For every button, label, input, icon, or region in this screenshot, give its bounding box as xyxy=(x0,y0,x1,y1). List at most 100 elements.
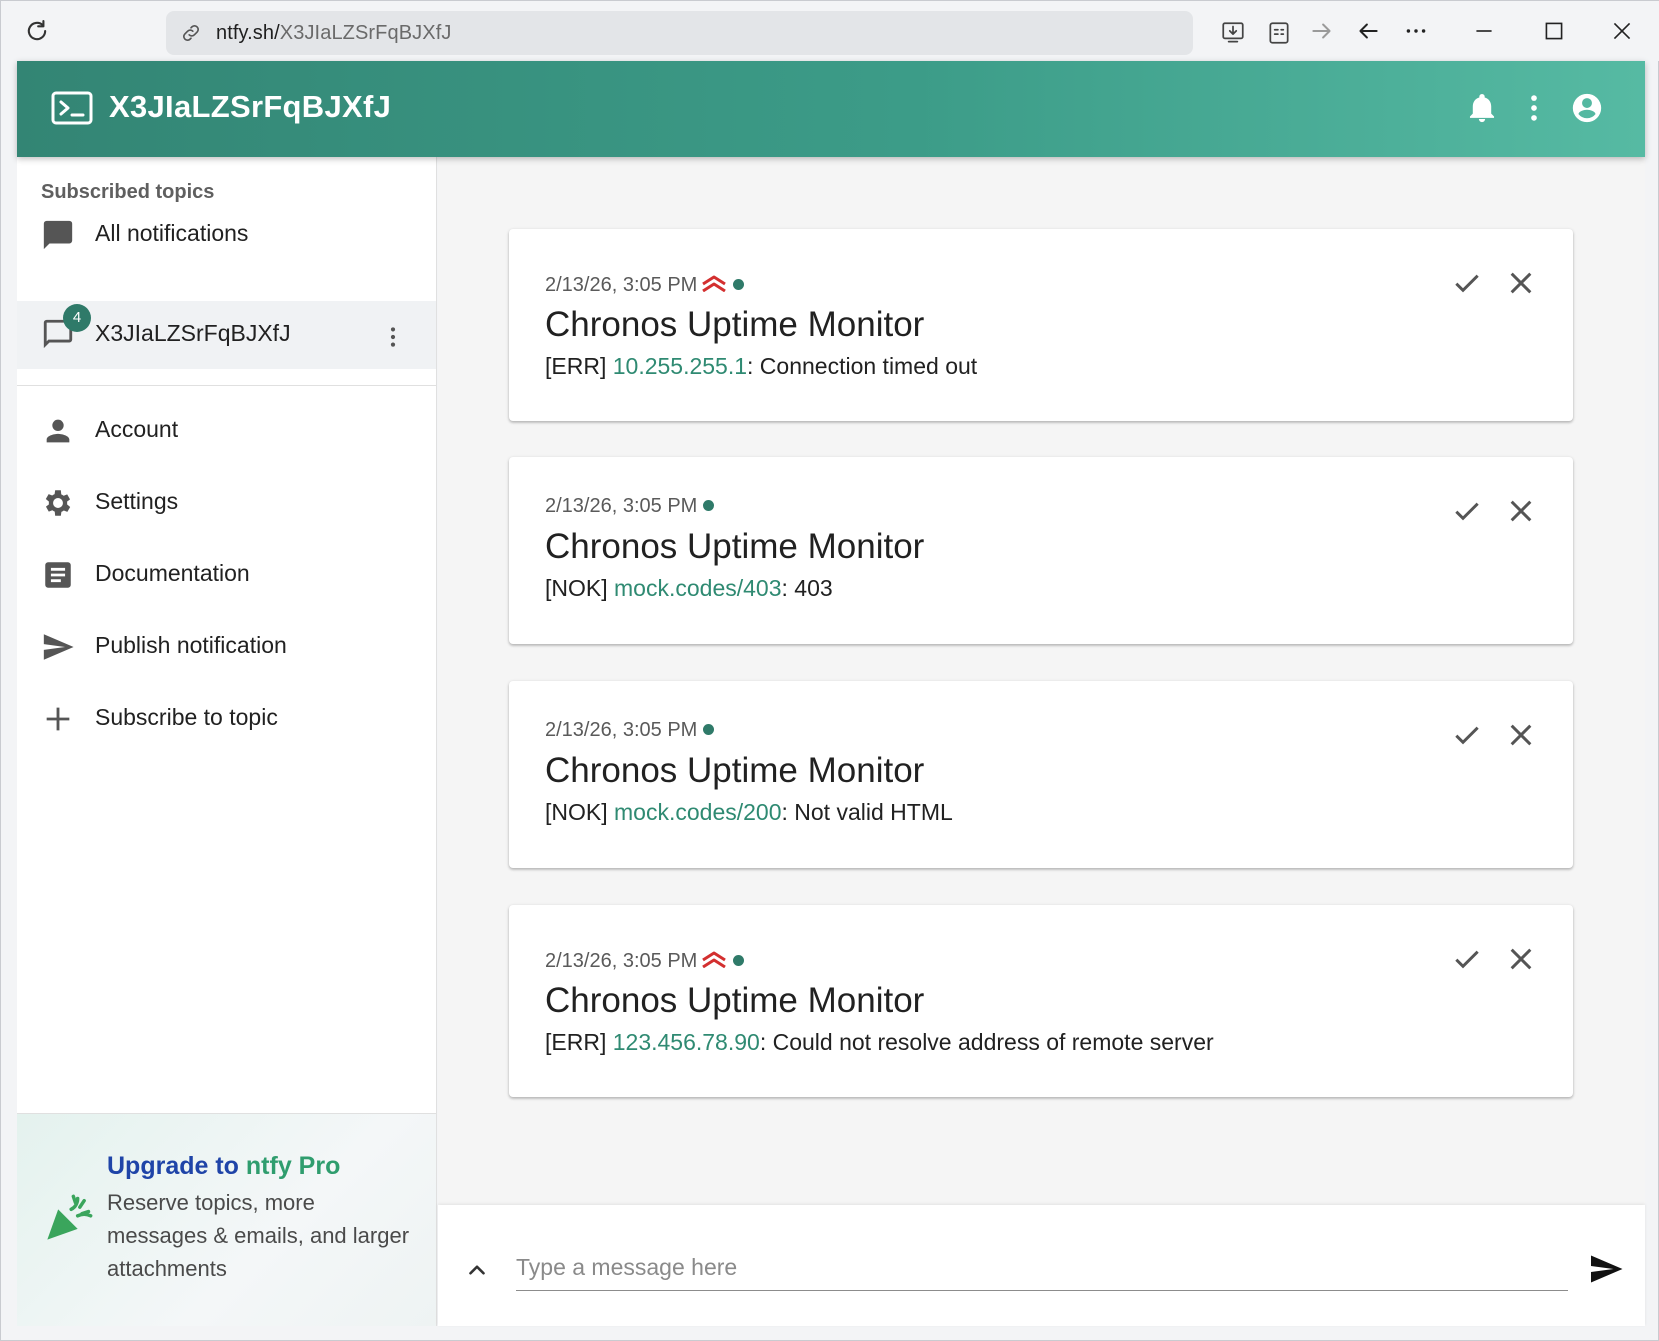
notification-time: 2/13/26, 3:05 PM xyxy=(545,274,698,296)
notification-meta: 2/13/26, 3:05 PM xyxy=(545,274,745,297)
more-vertical-icon[interactable] xyxy=(1517,91,1551,125)
message-suffix: : Could not resolve address of remote se… xyxy=(759,1029,1214,1055)
mark-read-icon[interactable] xyxy=(1451,267,1483,299)
notification-title: Chronos Uptime Monitor xyxy=(545,527,925,566)
sidebar-item-documentation[interactable]: Documentation xyxy=(17,539,436,609)
plus-icon xyxy=(46,707,70,731)
app-header: X3JIaLZSrFqBJXfJ xyxy=(17,61,1645,157)
message-prefix: [ERR] xyxy=(545,1029,613,1055)
sidebar-item-label: Publish notification xyxy=(95,632,287,658)
unread-dot xyxy=(733,279,745,290)
close-window-icon[interactable] xyxy=(1609,18,1635,44)
high-priority-icon xyxy=(702,275,727,292)
message-composer xyxy=(438,1205,1645,1326)
notification-message: [ERR] 123.456.78.90: Could not resolve a… xyxy=(545,1029,1214,1056)
sidebar-item-label: Subscribe to topic xyxy=(95,704,278,730)
notification-message: [NOK] mock.codes/403: 403 xyxy=(545,575,833,602)
sidebar-item-account[interactable]: Account xyxy=(17,395,436,465)
notification-card: 2/13/26, 3:05 PM Chronos Uptime Monitor … xyxy=(509,457,1573,644)
notification-card: 2/13/26, 3:05 PM Chronos Uptime Monitor … xyxy=(509,681,1573,868)
mark-read-icon[interactable] xyxy=(1451,943,1483,975)
notification-meta: 2/13/26, 3:05 PM xyxy=(545,950,745,973)
send-icon xyxy=(43,634,74,660)
browser-toolbar: ntfy.sh/X3JIaLZSrFqBJXfJ xyxy=(1,1,1659,61)
unread-dot xyxy=(703,500,715,511)
topic-menu-icon[interactable] xyxy=(379,323,407,351)
notification-message: [ERR] 10.255.255.1: Connection timed out xyxy=(545,353,977,380)
unread-count-badge: 4 xyxy=(63,304,91,332)
chat-icon xyxy=(43,220,73,250)
notification-card: 2/13/26, 3:05 PM Chronos Uptime Monitor … xyxy=(509,905,1573,1097)
promo-title-part2: ntfy Pro xyxy=(245,1152,341,1180)
forward-icon[interactable] xyxy=(1309,18,1335,44)
notification-meta: 2/13/26, 3:05 PM xyxy=(545,495,715,518)
message-prefix: [ERR] xyxy=(545,353,613,379)
notification-title: Chronos Uptime Monitor xyxy=(545,305,925,344)
send-icon[interactable] xyxy=(1588,1251,1624,1287)
account-circle-icon[interactable] xyxy=(1570,91,1604,125)
message-link[interactable]: mock.codes/403 xyxy=(614,575,781,601)
more-horizontal-icon[interactable] xyxy=(1403,18,1429,44)
sidebar-item-all-notifications[interactable]: All notifications xyxy=(17,199,436,269)
notification-message: [NOK] mock.codes/200: Not valid HTML xyxy=(545,799,953,826)
sidebar-item-subscribe[interactable]: Subscribe to topic xyxy=(17,683,436,753)
reload-icon[interactable] xyxy=(23,17,51,45)
sidebar-item-label: Documentation xyxy=(95,560,250,586)
person-icon xyxy=(46,419,70,443)
notification-meta: 2/13/26, 3:05 PM xyxy=(545,719,715,742)
message-prefix: [NOK] xyxy=(545,575,615,601)
notification-time: 2/13/26, 3:05 PM xyxy=(545,495,698,517)
document-icon xyxy=(45,562,71,588)
promo-text: Reserve topics, more messages & emails, … xyxy=(107,1190,410,1281)
celebration-icon xyxy=(47,1194,93,1240)
unread-dot xyxy=(733,955,745,966)
upgrade-promo[interactable]: Upgrade to ntfy Pro Reserve topics, more… xyxy=(17,1113,436,1326)
message-input[interactable] xyxy=(516,1245,1568,1291)
promo-title-part1: Upgrade to xyxy=(107,1152,246,1180)
notification-list: 2/13/26, 3:05 PM Chronos Uptime Monitor … xyxy=(438,157,1645,1326)
notification-time: 2/13/26, 3:05 PM xyxy=(545,719,698,741)
promo-title: Upgrade to ntfy Pro xyxy=(107,1152,340,1181)
notification-card: 2/13/26, 3:05 PM Chronos Uptime Monitor … xyxy=(509,229,1573,421)
chevron-up-icon[interactable] xyxy=(464,1257,490,1283)
link-icon xyxy=(183,25,199,41)
dismiss-icon[interactable] xyxy=(1505,719,1537,751)
maximize-icon[interactable] xyxy=(1541,18,1567,44)
unread-dot xyxy=(703,724,715,735)
bell-icon[interactable] xyxy=(1465,91,1499,125)
dismiss-icon[interactable] xyxy=(1505,943,1537,975)
high-priority-icon xyxy=(702,951,727,968)
notification-title: Chronos Uptime Monitor xyxy=(545,981,925,1020)
back-icon[interactable] xyxy=(1355,18,1381,44)
minimize-icon[interactable] xyxy=(1471,18,1497,44)
sidebar-item-label: Account xyxy=(95,416,179,442)
install-app-icon[interactable] xyxy=(1220,20,1246,46)
dismiss-icon[interactable] xyxy=(1505,267,1537,299)
reader-view-icon[interactable] xyxy=(1266,20,1292,46)
message-prefix: [NOK] xyxy=(545,799,615,825)
sidebar-divider xyxy=(17,385,436,386)
browser-window: ntfy.sh/X3JIaLZSrFqBJXfJ X3JIaLZSrFqBJXf… xyxy=(0,0,1659,1341)
sidebar-item-label: All notifications xyxy=(95,220,249,246)
page-title: X3JIaLZSrFqBJXfJ xyxy=(109,89,392,124)
url-host: ntfy.sh/ xyxy=(216,22,280,44)
message-link[interactable]: 123.456.78.90 xyxy=(613,1029,760,1055)
terminal-logo-icon xyxy=(51,91,93,125)
sidebar-item-publish[interactable]: Publish notification xyxy=(17,611,436,681)
notification-time: 2/13/26, 3:05 PM xyxy=(545,950,698,972)
mark-read-icon[interactable] xyxy=(1451,719,1483,751)
url-text: ntfy.sh/X3JIaLZSrFqBJXfJ xyxy=(216,22,451,45)
sidebar-item-label: X3JIaLZSrFqBJXfJ xyxy=(95,320,291,346)
sidebar-item-label: Settings xyxy=(95,488,179,514)
message-suffix: : Not valid HTML xyxy=(781,799,953,825)
sidebar-item-settings[interactable]: Settings xyxy=(17,467,436,537)
message-link[interactable]: 10.255.255.1 xyxy=(613,353,747,379)
url-path: X3JIaLZSrFqBJXfJ xyxy=(279,22,452,44)
message-link[interactable]: mock.codes/200 xyxy=(614,799,781,825)
notification-title: Chronos Uptime Monitor xyxy=(545,751,925,790)
dismiss-icon[interactable] xyxy=(1505,495,1537,527)
address-bar[interactable]: ntfy.sh/X3JIaLZSrFqBJXfJ xyxy=(166,11,1289,55)
gear-icon xyxy=(45,490,71,516)
sidebar-item-topic[interactable]: 4 X3JIaLZSrFqBJXfJ xyxy=(17,301,436,369)
mark-read-icon[interactable] xyxy=(1451,495,1483,527)
